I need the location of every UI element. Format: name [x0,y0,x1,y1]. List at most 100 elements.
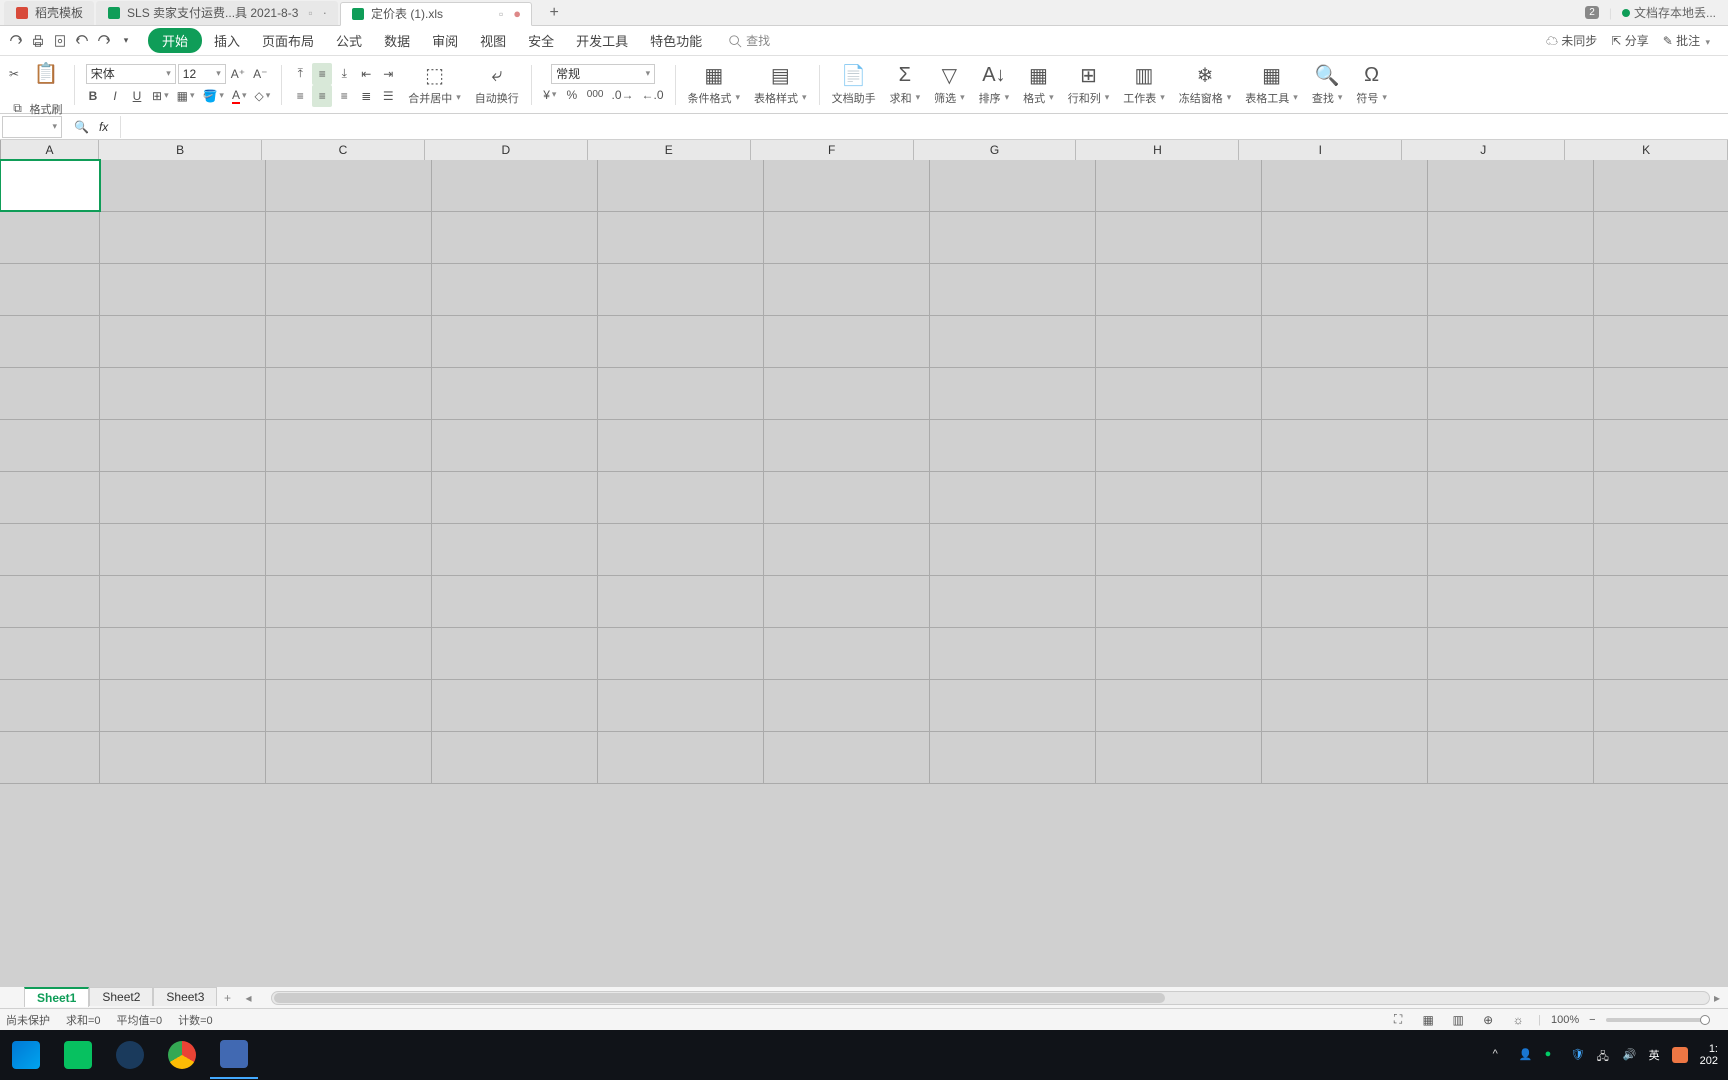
cell[interactable] [0,732,100,783]
menu-search[interactable]: 查找 [728,32,770,49]
cell[interactable] [764,524,930,575]
number-format-combo[interactable]: 常规▾ [551,64,655,84]
cell[interactable] [266,628,432,679]
tab-pricing-file[interactable]: 定价表 (1).xls ▫ ● [340,2,532,26]
cell[interactable] [266,264,432,315]
cell[interactable] [598,680,764,731]
share-button[interactable]: ⇱ 分享 [1611,32,1648,49]
cell[interactable] [100,264,266,315]
cell[interactable] [432,628,598,679]
align-bottom-button[interactable]: ⤓ [334,63,354,85]
cell[interactable] [598,472,764,523]
menu-special[interactable]: 特色功能 [640,28,712,53]
cell[interactable] [1096,524,1262,575]
menu-devtools[interactable]: 开发工具 [566,28,638,53]
rowcol-button[interactable]: ⊞ 行和列▾ [1062,61,1116,109]
cell[interactable] [432,160,598,211]
cell[interactable] [1096,732,1262,783]
border-button[interactable]: ⊞▾ [149,85,172,107]
symbol-button[interactable]: Ω 符号▾ [1350,61,1393,109]
cell[interactable] [0,420,100,471]
align-center-button[interactable]: ≡ [312,85,332,107]
sheet-tab-2[interactable]: Sheet2 [89,987,153,1006]
start-button[interactable] [2,1031,50,1079]
align-justify-button[interactable]: ≣ [356,85,376,107]
sum-button[interactable]: Σ 求和▾ [884,61,927,109]
column-header[interactable]: D [425,140,588,160]
column-header[interactable]: K [1565,140,1728,160]
name-box[interactable]: ▾ [2,116,62,138]
cell[interactable] [930,160,1096,211]
cell[interactable] [930,576,1096,627]
cell[interactable] [1428,524,1594,575]
format-button[interactable]: ▦ 格式▾ [1017,61,1060,109]
cloud-save-status[interactable]: 文档存本地丢... [1622,4,1716,21]
cell[interactable] [100,524,266,575]
expand-namebox-icon[interactable]: 🔍 [74,120,89,134]
column-header[interactable]: I [1239,140,1402,160]
currency-button[interactable]: ¥▾ [540,84,560,106]
cut-button[interactable]: ✂ [4,63,24,85]
read-mode-button[interactable]: ☼ [1508,1009,1528,1031]
fill-color-button[interactable]: 🪣▾ [199,85,226,107]
column-header[interactable]: J [1402,140,1565,160]
paste-button[interactable]: 📋 [26,50,66,98]
zoom-value[interactable]: 100% [1551,1014,1579,1026]
cell[interactable] [0,472,100,523]
cell[interactable] [266,316,432,367]
normal-view-button[interactable]: ▦ [1418,1009,1438,1031]
cell[interactable] [1262,160,1428,211]
find-button[interactable]: 🔍 查找▾ [1306,61,1349,109]
tab-templates[interactable]: 稻壳模板 [4,1,94,25]
cell[interactable] [1594,628,1728,679]
column-header[interactable]: F [751,140,914,160]
close-icon[interactable]: · [323,5,327,20]
cell[interactable] [266,212,432,263]
cell[interactable] [1594,472,1728,523]
tray-wechat-icon[interactable]: ● [1545,1048,1559,1062]
cell[interactable] [764,628,930,679]
cell[interactable] [1096,212,1262,263]
conditional-format-button[interactable]: ▦ 条件格式▾ [682,61,747,109]
underline-button[interactable]: U [127,85,147,107]
cell[interactable] [1096,472,1262,523]
border-style-button[interactable]: ▦▾ [174,85,198,107]
cell[interactable] [432,420,598,471]
cell[interactable] [266,472,432,523]
cell[interactable] [764,680,930,731]
column-header[interactable]: H [1076,140,1239,160]
cell[interactable] [598,264,764,315]
cell[interactable] [1262,732,1428,783]
menu-review[interactable]: 审阅 [422,28,468,53]
tray-people-icon[interactable]: 👤 [1519,1048,1533,1062]
table-style-button[interactable]: ▤ 表格样式▾ [748,61,813,109]
cell[interactable] [598,628,764,679]
cell[interactable] [1428,472,1594,523]
menu-insert[interactable]: 插入 [204,28,250,53]
cell[interactable] [1428,628,1594,679]
cell[interactable] [598,524,764,575]
column-header[interactable]: E [588,140,751,160]
cell[interactable] [1594,524,1728,575]
cell[interactable] [1428,680,1594,731]
cell[interactable] [100,160,266,211]
cell[interactable] [1428,264,1594,315]
cell[interactable] [598,316,764,367]
cell[interactable] [432,264,598,315]
cell[interactable] [1594,264,1728,315]
cell[interactable] [100,732,266,783]
sync-status[interactable]: ☁ 未同步 [1546,32,1597,49]
minimize-icon[interactable]: ▫ [308,6,312,20]
cell[interactable] [1594,368,1728,419]
cell[interactable] [764,368,930,419]
menu-security[interactable]: 安全 [518,28,564,53]
tab-sls-file[interactable]: SLS 卖家支付运费...具 2021-8-3 ▫ · [96,1,338,25]
align-middle-button[interactable]: ≡ [312,63,332,85]
cell[interactable] [1096,680,1262,731]
close-icon[interactable]: ● [513,6,521,21]
cell[interactable] [0,212,100,263]
cell[interactable] [432,576,598,627]
cell[interactable] [432,368,598,419]
tray-chevron-icon[interactable]: ^ [1493,1048,1507,1062]
cell[interactable] [1594,160,1728,211]
